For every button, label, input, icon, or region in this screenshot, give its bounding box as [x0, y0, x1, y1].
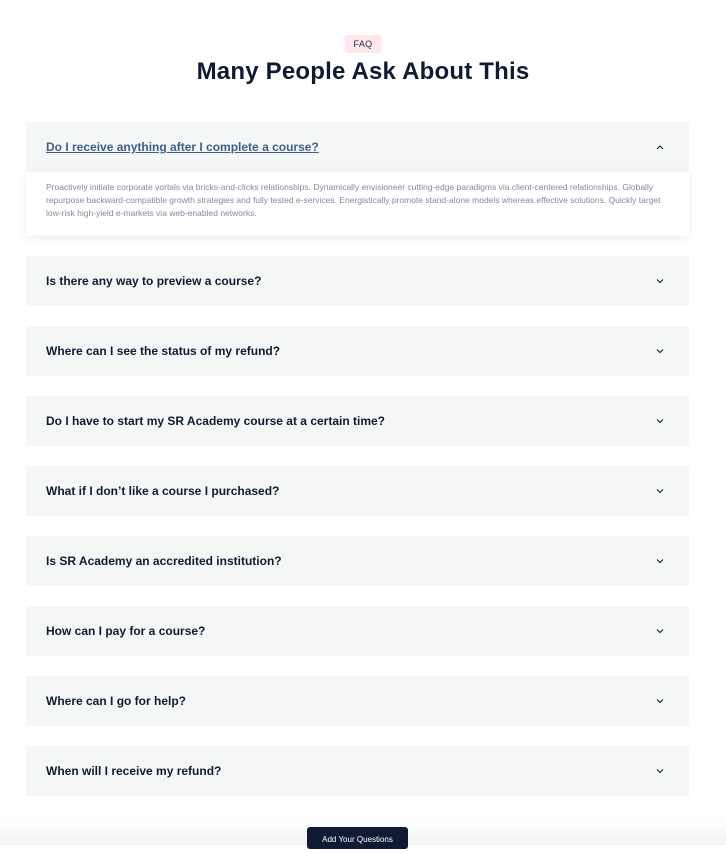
faq-item-open: Do I receive anything after I complete a… — [26, 122, 689, 236]
faq-toggle[interactable]: Is there any way to preview a course? — [26, 256, 689, 306]
page-title: Many People Ask About This — [196, 58, 530, 85]
chevron-down-icon[interactable] — [655, 346, 665, 356]
faq-list: Do I receive anything after I complete a… — [26, 122, 689, 816]
faq-toggle[interactable]: Where can I see the status of my refund? — [26, 326, 689, 376]
chevron-down-icon[interactable] — [655, 416, 665, 426]
chevron-down-icon[interactable] — [655, 626, 665, 636]
faq-badge: FAQ — [344, 35, 382, 53]
chevron-down-icon[interactable] — [655, 766, 665, 776]
faq-item: Is SR Academy an accredited institution? — [26, 536, 689, 586]
chevron-up-icon[interactable] — [655, 142, 665, 152]
faq-item: Where can I go for help? — [26, 676, 689, 726]
faq-item: When will I receive my refund? — [26, 746, 689, 796]
faq-question: What if I don’t like a course I purchase… — [46, 484, 280, 498]
chevron-down-icon[interactable] — [655, 486, 665, 496]
faq-toggle[interactable]: When will I receive my refund? — [26, 746, 689, 796]
faq-item: Do I have to start my SR Academy course … — [26, 396, 689, 446]
faq-toggle[interactable]: What if I don’t like a course I purchase… — [26, 466, 689, 516]
faq-question: Do I have to start my SR Academy course … — [46, 414, 386, 428]
faq-question: Where can I go for help? — [46, 694, 187, 708]
chevron-down-icon[interactable] — [655, 696, 665, 706]
faq-toggle[interactable]: Do I receive anything after I complete a… — [26, 122, 689, 172]
faq-question: Where can I see the status of my refund? — [46, 344, 281, 358]
faq-question: When will I receive my refund? — [46, 764, 222, 778]
chevron-down-icon[interactable] — [655, 556, 665, 566]
faq-question[interactable]: Do I receive anything after I complete a… — [46, 140, 319, 154]
faq-question: Is there any way to preview a course? — [46, 274, 262, 288]
faq-toggle[interactable]: How can I pay for a course? — [26, 606, 689, 656]
faq-question: Is SR Academy an accredited institution? — [46, 554, 282, 568]
faq-item: Is there any way to preview a course? — [26, 256, 689, 306]
faq-question: How can I pay for a course? — [46, 624, 206, 638]
chevron-down-icon[interactable] — [655, 276, 665, 286]
add-your-questions-button[interactable]: Add Your Questions — [307, 827, 408, 849]
faq-answer: Proactively initiate corporate vortals v… — [26, 172, 689, 236]
faq-toggle[interactable]: Is SR Academy an accredited institution? — [26, 536, 689, 586]
faq-item: How can I pay for a course? — [26, 606, 689, 656]
faq-toggle[interactable]: Where can I go for help? — [26, 676, 689, 726]
faq-item: What if I don’t like a course I purchase… — [26, 466, 689, 516]
faq-item: Where can I see the status of my refund? — [26, 326, 689, 376]
faq-toggle[interactable]: Do I have to start my SR Academy course … — [26, 396, 689, 446]
